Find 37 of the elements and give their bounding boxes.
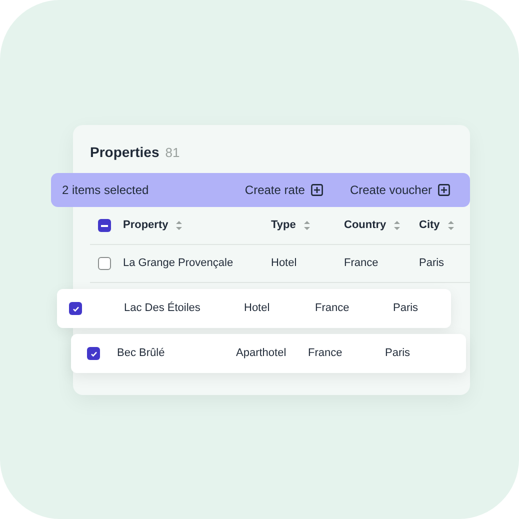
- table-cell-text: Lac Des Étoiles: [124, 300, 202, 316]
- card-title: Properties: [90, 143, 160, 162]
- action-button[interactable]: Create rate: [244, 181, 323, 199]
- table-cell-text: France: [308, 346, 344, 362]
- column-header[interactable]: Country: [344, 217, 419, 234]
- table-cell-text: France: [315, 301, 350, 316]
- column-header[interactable]: City: [419, 217, 454, 234]
- column-header[interactable]: Type: [271, 217, 344, 234]
- selection-count: 2 items selected: [62, 182, 150, 199]
- select-all-checkbox[interactable]: [98, 219, 111, 232]
- sort-icon: [394, 221, 400, 230]
- checkbox[interactable]: [87, 347, 100, 360]
- table-cell-text: Paris: [393, 301, 418, 316]
- plus-square-icon: [310, 184, 323, 196]
- table-row[interactable]: La Grange Provençale Hotel France Paris: [90, 245, 470, 283]
- lifted-table-row[interactable]: Lac Des Étoiles Hotel France Paris: [57, 289, 451, 328]
- table-cell-text: Aparthotel: [236, 346, 288, 362]
- checkbox[interactable]: [69, 302, 82, 315]
- table-cell-text: La Grange Provençale: [123, 256, 234, 272]
- table-cell-text: Hotel: [244, 301, 271, 316]
- checkbox[interactable]: [98, 257, 111, 270]
- column-header[interactable]: Property: [123, 217, 271, 234]
- minus-icon: [101, 224, 108, 226]
- sort-icon: [176, 221, 182, 230]
- action-button[interactable]: Create voucher: [350, 181, 450, 199]
- table-cell-text: France: [344, 256, 380, 272]
- table-cell-text: Paris: [419, 256, 444, 272]
- check-icon: [72, 304, 80, 312]
- table-cell-text: Hotel: [271, 256, 298, 272]
- sort-icon: [448, 221, 454, 230]
- property-count: 81: [165, 144, 180, 162]
- table-cell-text: Paris: [385, 346, 410, 362]
- sort-icon: [304, 221, 310, 230]
- table-cell-text: Bec Brûlé: [117, 346, 166, 362]
- lifted-table-row[interactable]: Bec Brûlé Aparthotel France Paris: [71, 334, 466, 373]
- check-icon: [90, 350, 98, 358]
- plus-square-icon: [438, 184, 450, 196]
